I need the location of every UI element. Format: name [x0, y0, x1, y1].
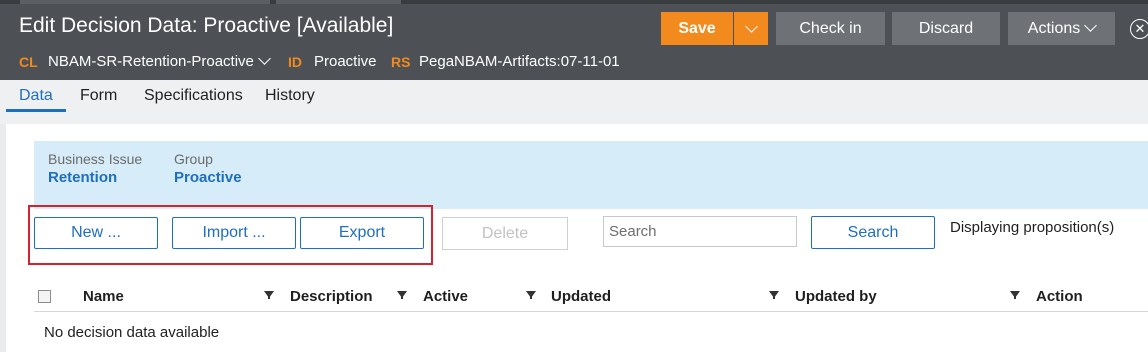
column-header-description[interactable]: Description	[290, 288, 373, 305]
empty-table-message: No decision data available	[44, 324, 220, 341]
group-label: Group	[174, 151, 213, 167]
tab-spacer	[0, 112, 1148, 124]
save-button[interactable]: Save	[661, 12, 733, 45]
search-button[interactable]: Search	[811, 216, 935, 249]
table-divider	[34, 311, 1148, 312]
left-gutter	[0, 124, 6, 352]
chevron-down-icon	[1084, 19, 1098, 32]
chevron-down-icon	[744, 20, 758, 33]
filter-icon[interactable]	[769, 291, 779, 299]
actions-button[interactable]: Actions	[1008, 12, 1115, 45]
tab-bar: Data Form Specifications History	[0, 80, 1148, 112]
close-icon[interactable]: ✕	[1130, 19, 1148, 39]
import-button[interactable]: Import ...	[172, 217, 296, 249]
column-header-action: Action	[1036, 288, 1083, 305]
search-input[interactable]	[603, 216, 797, 247]
filter-icon[interactable]	[526, 291, 536, 299]
group-value: Proactive	[174, 169, 242, 186]
tab-specifications[interactable]: Specifications	[144, 87, 243, 105]
save-menu-button[interactable]	[734, 12, 768, 45]
column-header-updated-by[interactable]: Updated by	[795, 288, 877, 305]
column-header-name[interactable]: Name	[83, 288, 124, 305]
new-button[interactable]: New ...	[34, 217, 158, 249]
chevron-down-icon	[258, 52, 271, 65]
column-header-updated[interactable]: Updated	[551, 288, 611, 305]
page-title: Edit Decision Data: Proactive [Available…	[19, 14, 394, 37]
filter-icon[interactable]	[1010, 291, 1020, 299]
class-value: NBAM-SR-Retention-Proactive	[48, 53, 254, 70]
export-button[interactable]: Export	[300, 217, 424, 249]
filter-icon[interactable]	[264, 291, 274, 299]
top-strip-segment	[20, 0, 270, 4]
tab-data[interactable]: Data	[19, 87, 53, 105]
tab-form[interactable]: Form	[80, 87, 117, 105]
top-tab-strip	[0, 0, 1148, 4]
id-value: Proactive	[314, 53, 377, 70]
top-strip-segment	[276, 0, 401, 4]
actions-label: Actions	[1027, 19, 1081, 37]
discard-button[interactable]: Discard	[892, 12, 1000, 45]
filter-icon[interactable]	[397, 291, 407, 299]
select-all-checkbox[interactable]	[38, 290, 51, 303]
class-key-label: CL	[19, 54, 38, 70]
tab-history[interactable]: History	[265, 87, 315, 105]
column-header-active[interactable]: Active	[423, 288, 468, 305]
check-in-button[interactable]: Check in	[776, 12, 885, 45]
ruleset-value: PegaNBAM-Artifacts:07-11-01	[419, 53, 620, 70]
business-issue-value: Retention	[48, 169, 118, 186]
rs-key-label: RS	[391, 54, 411, 70]
business-issue-label: Business Issue	[48, 151, 143, 167]
id-key-label: ID	[288, 54, 302, 70]
class-dropdown[interactable]: NBAM-SR-Retention-Proactive	[48, 52, 271, 70]
delete-button[interactable]: Delete	[442, 217, 568, 250]
displaying-label: Displaying proposition(s)	[950, 219, 1115, 236]
